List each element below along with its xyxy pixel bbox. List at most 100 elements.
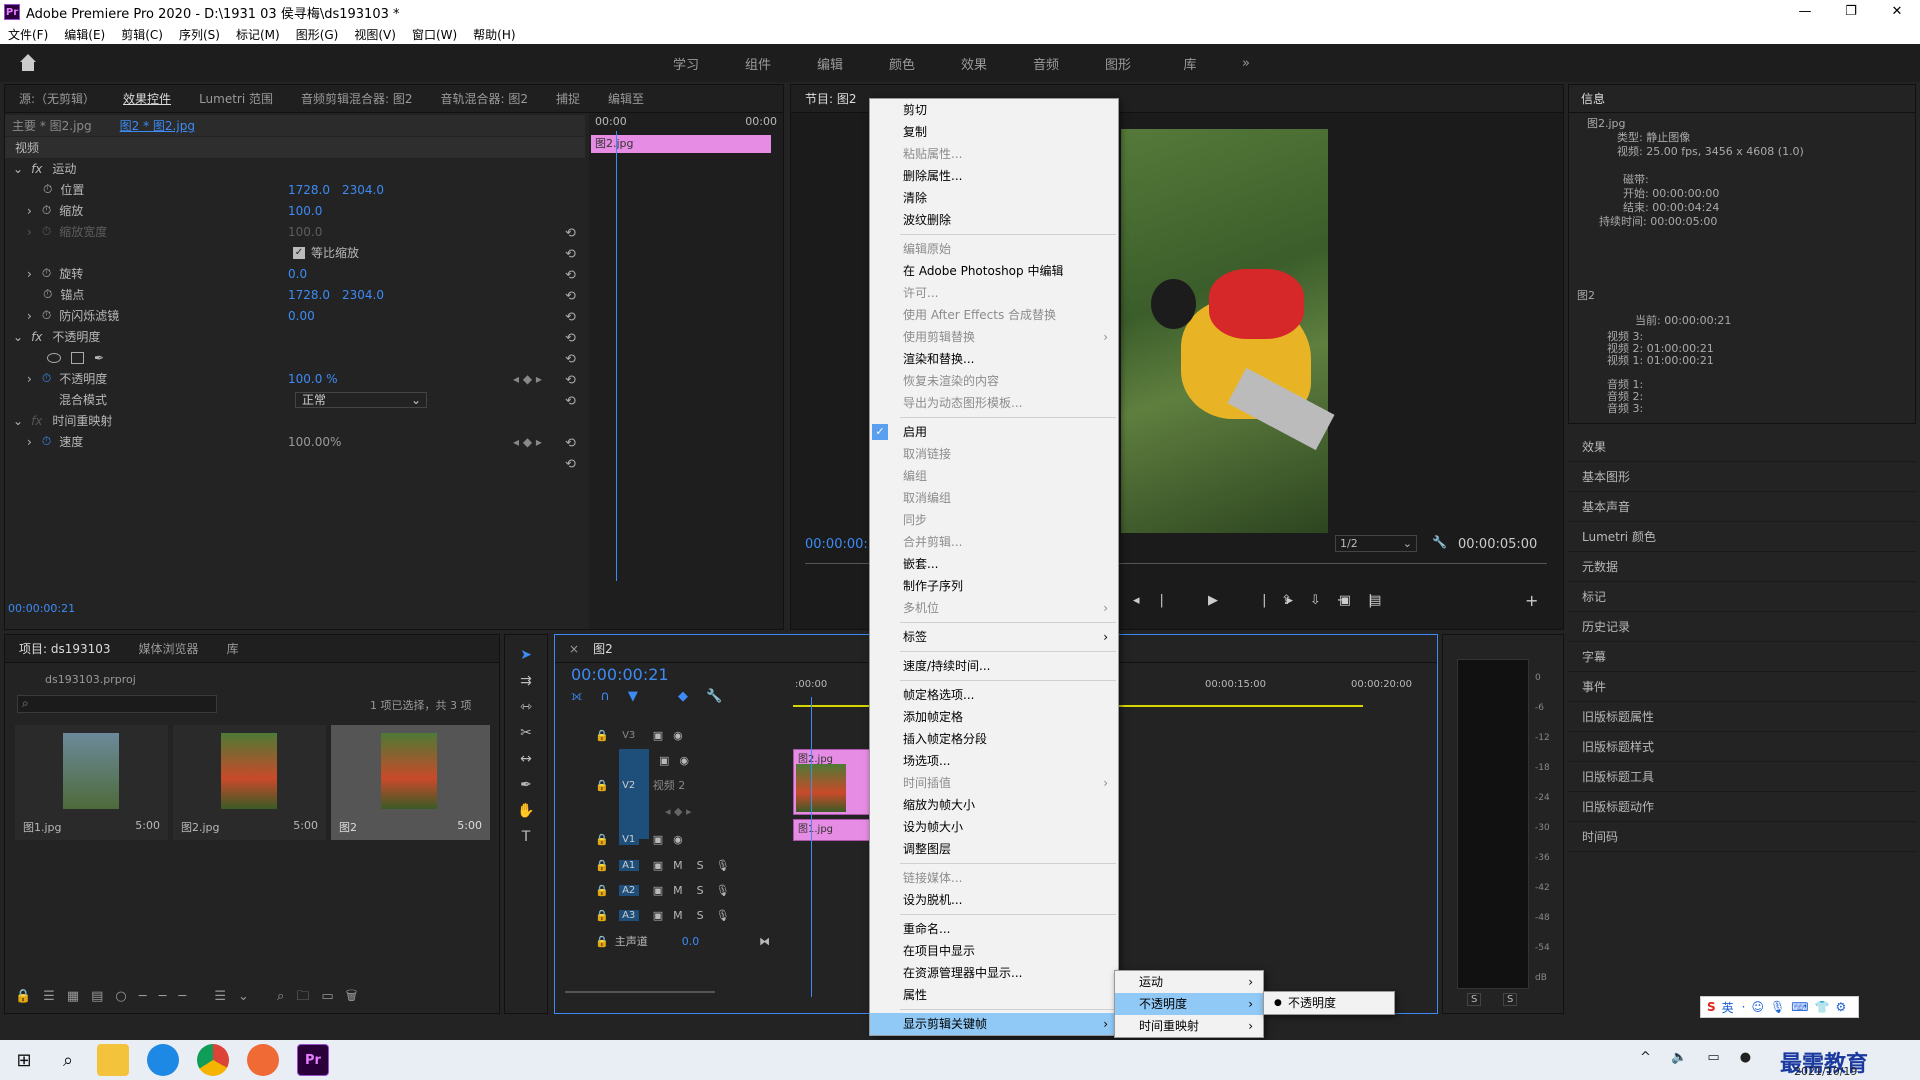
stopwatch-icon[interactable]: ⏱ (42, 434, 51, 449)
menu-view[interactable]: 视图(V) (346, 26, 404, 43)
mic-icon[interactable]: 🎙 (716, 859, 730, 872)
tab-audio-clip-mixer[interactable]: 音频剪辑混合器: 图2 (287, 90, 427, 107)
close-icon[interactable]: ✕ (1874, 0, 1920, 24)
tab-sequence[interactable]: 图2 (579, 640, 627, 657)
context-menu-item[interactable]: 帧定格选项... (870, 684, 1118, 706)
speed-value[interactable]: 100.00% (288, 435, 341, 449)
panel-lumetri-color[interactable]: Lumetri 颜色 (1568, 522, 1916, 552)
menu-marker[interactable]: 标记(M) (228, 26, 288, 43)
blend-mode-select[interactable]: 正常 ⌄ (295, 391, 427, 408)
mute-button[interactable]: M (673, 909, 683, 922)
project-item[interactable]: 图2.jpg 5:00 (173, 725, 326, 840)
context-menu-item[interactable]: 显示剪辑关键帧 › (870, 1013, 1118, 1035)
ec-playhead[interactable] (616, 131, 617, 581)
solo-button[interactable]: S (697, 859, 704, 872)
collapse-arrow-icon[interactable]: ⌄ (13, 330, 23, 344)
menu-edit[interactable]: 编辑(E) (56, 26, 113, 43)
scale-value[interactable]: 100.0 (288, 204, 322, 218)
reset-icons[interactable]: ⟲ ⟲ ⟲ ⟲ ⟲ ⟲ ⟲ ⟲ ⟲ ⟲ ⟲ (565, 223, 576, 475)
context-menu-item[interactable]: 重命名... (870, 918, 1118, 940)
timeline-playhead[interactable] (811, 697, 812, 997)
track-label[interactable]: A1 (618, 859, 639, 871)
expand-arrow-icon[interactable]: › (27, 204, 32, 218)
panel-legacy-title-styles[interactable]: 旧版标题样式 (1568, 732, 1916, 762)
project-item[interactable]: 图2 5:00 (331, 725, 490, 840)
context-menu-item[interactable]: 制作子序列 (870, 575, 1118, 597)
menu-sequence[interactable]: 序列(S) (171, 26, 228, 43)
context-menu-item[interactable]: 速度/持续时间... (870, 655, 1118, 677)
timeline-clip-v1[interactable]: 图1.jpg (793, 819, 873, 841)
tab-audio-track-mixer[interactable]: 音轨混合器: 图2 (427, 90, 543, 107)
anchor-y-value[interactable]: 2304.0 (342, 288, 384, 302)
ws-libraries[interactable]: 库 (1154, 54, 1226, 73)
track-select-tool-icon[interactable]: ⇉ (516, 673, 536, 693)
tab-lumetri-scopes[interactable]: Lumetri 范围 (185, 90, 287, 107)
insert-overwrite-export-controls[interactable]: ⇪⇩▣▤ (1281, 593, 1399, 608)
stopwatch-icon[interactable]: ⏱ (42, 266, 51, 281)
context-menu-item[interactable]: 场选项... (870, 750, 1118, 772)
edge-browser-icon[interactable] (147, 1044, 179, 1076)
windows-start-icon[interactable]: ⊞ (0, 1050, 48, 1071)
context-menu-item[interactable]: 复制 (870, 121, 1118, 143)
menu-window[interactable]: 窗口(W) (404, 26, 465, 43)
opacity-value[interactable]: 100.0 % (288, 372, 338, 386)
timeline-clip-v2[interactable]: 图2.jpg (793, 749, 873, 815)
context-menu-item[interactable]: 设为脱机... (870, 889, 1118, 911)
maximize-icon[interactable]: ❐ (1828, 0, 1874, 24)
film-icon[interactable]: ▣ (653, 859, 663, 872)
mute-button[interactable]: M (673, 884, 683, 897)
panel-captions[interactable]: 字幕 (1568, 642, 1916, 672)
panel-essential-graphics[interactable]: 基本图形 (1568, 462, 1916, 492)
effect-controls-timecode[interactable]: 00:00:00:21 (8, 602, 75, 615)
panel-markers[interactable]: 标记 (1568, 582, 1916, 612)
tab-source[interactable]: 源:（无剪辑） (5, 90, 109, 107)
timeline-timecode[interactable]: 00:00:00:21 (571, 665, 669, 684)
tab-effect-controls[interactable]: 效果控件 (109, 90, 185, 107)
ws-assembly[interactable]: 组件 (722, 54, 794, 73)
panel-essential-sound[interactable]: 基本声音 (1568, 492, 1916, 522)
skip-icon[interactable]: ⧓ (759, 935, 770, 948)
keyframe-nav-icon[interactable]: ◂ ◆ ▸ (513, 435, 542, 449)
panel-effects[interactable]: 效果 (1568, 432, 1916, 462)
panel-events[interactable]: 事件 (1568, 672, 1916, 702)
film-icon[interactable]: ▣ (653, 833, 663, 846)
collapse-arrow-icon[interactable]: ⌄ (13, 414, 23, 428)
tray-icons[interactable]: ^ 🔈 ▭ ● (1640, 1050, 1759, 1065)
ec-clip-bar[interactable]: 图2.jpg (591, 135, 771, 153)
tab-capture[interactable]: 捕捉 (542, 90, 594, 107)
master-volume-value[interactable]: 0.0 (682, 935, 700, 948)
expand-arrow-icon[interactable]: › (27, 372, 32, 386)
track-label[interactable]: V1 (618, 833, 639, 845)
solo-right-button[interactable]: S (1503, 993, 1518, 1006)
context-menu-item[interactable]: 剪切 (870, 99, 1118, 121)
context-menu-item[interactable]: 标签 › (870, 626, 1118, 648)
menu-clip[interactable]: 剪辑(C) (113, 26, 171, 43)
context-menu-item[interactable]: 在资源管理器中显示... (870, 962, 1118, 984)
context-menu-item[interactable]: 不透明度 › (1115, 993, 1263, 1015)
more-workspaces-icon[interactable]: » (1226, 56, 1266, 71)
context-menu-item[interactable]: 添加帧定格 (870, 706, 1118, 728)
home-icon[interactable] (18, 54, 38, 72)
selection-tool-icon[interactable]: ➤ (516, 647, 536, 667)
collapse-arrow-icon[interactable]: ⌄ (13, 162, 23, 176)
tab-project[interactable]: 项目: ds193103 (5, 640, 125, 657)
tab-program[interactable]: 节目: 图2 (791, 90, 871, 107)
panel-history[interactable]: 历史记录 (1568, 612, 1916, 642)
ellipse-mask-icon[interactable] (47, 352, 61, 363)
rectangle-mask-icon[interactable] (71, 351, 84, 364)
context-menu-item[interactable]: 设为帧大小 (870, 816, 1118, 838)
eye-icon[interactable]: ◉ (673, 729, 683, 742)
ws-graphics[interactable]: 图形 (1082, 54, 1154, 73)
ime-language[interactable]: 英 (1722, 999, 1734, 1016)
context-menu-item[interactable]: 属性 (870, 984, 1118, 1006)
anchor-x-value[interactable]: 1728.0 (288, 288, 330, 302)
minimize-icon[interactable]: — (1782, 0, 1828, 24)
expand-arrow-icon[interactable]: › (27, 309, 32, 323)
menu-help[interactable]: 帮助(H) (465, 26, 523, 43)
context-menu-item[interactable]: 调整图层 (870, 838, 1118, 860)
tab-media-browser[interactable]: 媒体浏览器 (125, 640, 213, 657)
timeline-zoom-scrollbar[interactable] (565, 991, 715, 993)
film-icon[interactable]: ▣ (653, 729, 663, 742)
ws-color[interactable]: 颜色 (866, 54, 938, 73)
tab-library[interactable]: 库 (213, 640, 253, 657)
